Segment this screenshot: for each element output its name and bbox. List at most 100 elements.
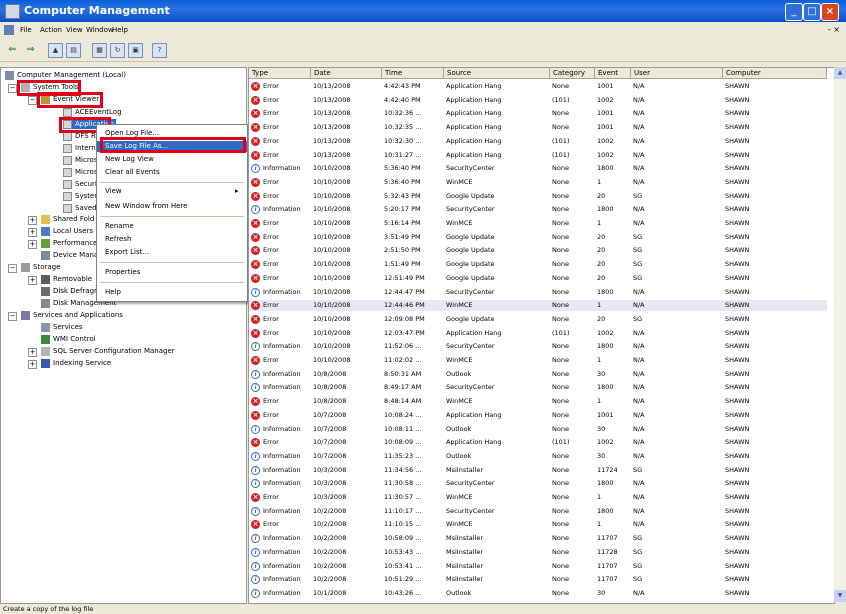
event-row[interactable]: × Error 10/10/2008 12:44:46 PM WinMCE None 1 N/… — [249, 300, 827, 312]
event-row[interactable]: i Information 10/10/2008 5:36:40 PM Security… — [249, 163, 827, 174]
menu-item-view[interactable]: View ▸ — [97, 186, 247, 197]
event-row[interactable]: i Information 10/2/2008 10:53:43 ... MsiInst… — [249, 547, 827, 558]
event-row[interactable]: × Error 10/2/2008 11:10:15 ... WinMCE None 1 N/… — [249, 519, 827, 530]
menu-view[interactable]: View — [66, 26, 83, 34]
menu-help[interactable]: Help — [112, 26, 128, 34]
event-row[interactable]: i Information 10/2/2008 10:51:29 ... MsiInst… — [249, 574, 827, 585]
up-one-level-icon[interactable]: ▲ — [48, 43, 63, 58]
event-row[interactable]: × Error 10/13/2008 4:42:43 PM Application Ha… — [249, 81, 827, 92]
event-row[interactable]: i Information 10/7/2008 11:35:23 ... Outlook… — [249, 451, 827, 462]
menu-file[interactable]: File — [20, 26, 32, 34]
event-row[interactable]: × Error 10/7/2008 10:08:24 ... Application H… — [249, 410, 827, 421]
mmc-document-icon[interactable] — [4, 25, 14, 35]
forward-arrow-icon[interactable]: ⇒ — [24, 43, 37, 56]
menu-item-new-window-from-here[interactable]: New Window from Here — [97, 201, 247, 212]
show-hide-tree-icon[interactable]: ▤ — [66, 43, 81, 58]
event-row[interactable]: × Error 10/10/2008 5:32:43 PM Google Update N… — [249, 191, 827, 202]
event-row[interactable]: i Information 10/8/2008 8:50:31 AM Outlook No… — [249, 369, 827, 380]
event-row[interactable]: × Error 10/8/2008 8:48:14 AM WinMCE None 1 N/A S… — [249, 396, 827, 407]
menu-item-help[interactable]: Help — [97, 287, 247, 298]
event-row[interactable]: × Error 10/13/2008 10:32:35 ... Application … — [249, 122, 827, 133]
event-row[interactable]: i Information 10/3/2008 11:34:56 ... MsiInst… — [249, 465, 827, 476]
event-row[interactable]: × Error 10/10/2008 12:51:49 PM Google Update… — [249, 273, 827, 284]
column-header-type[interactable]: Type — [249, 68, 311, 79]
event-row[interactable]: × Error 10/3/2008 11:30:57 ... WinMCE None 1 N/… — [249, 492, 827, 503]
tree-item-disk-defragmenter[interactable]: Disk Defragm — [41, 286, 101, 296]
refresh-icon[interactable]: ↻ — [110, 43, 125, 58]
tree-item-storage[interactable]: Storage — [21, 262, 60, 272]
menu-action[interactable]: Action — [40, 26, 62, 34]
collapse-toggle[interactable]: − — [8, 312, 17, 321]
column-header-source[interactable]: Source — [444, 68, 550, 79]
tree-item-device-manager[interactable]: Device Mana — [41, 250, 98, 260]
event-row[interactable]: i Information 10/8/2008 8:49:17 AM SecurityC… — [249, 382, 827, 393]
event-row[interactable]: i Information 10/7/2008 10:08:11 ... Outlook… — [249, 424, 827, 435]
event-row[interactable]: i Information 10/1/2008 10:43:26 ... Outlook… — [249, 588, 827, 599]
event-row[interactable]: i Information 10/3/2008 11:30:58 ... Securit… — [249, 478, 827, 489]
event-row[interactable]: × Error 10/13/2008 4:42:40 PM Application Ha… — [249, 95, 827, 106]
collapse-toggle[interactable]: − — [8, 264, 17, 273]
expand-toggle[interactable]: + — [28, 216, 37, 225]
expand-toggle[interactable]: + — [28, 276, 37, 285]
collapse-toggle[interactable]: − — [8, 84, 17, 93]
properties-icon[interactable]: ▦ — [92, 43, 107, 58]
column-header-event[interactable]: Event — [595, 68, 631, 79]
back-arrow-icon[interactable]: ⇐ — [6, 43, 19, 56]
column-header-time[interactable]: Time — [382, 68, 444, 79]
expand-toggle[interactable]: + — [28, 360, 37, 369]
tree-item-local-users[interactable]: Local Users — [41, 226, 93, 236]
event-row[interactable]: × Error 10/10/2008 12:03:47 PM Application H… — [249, 328, 827, 339]
event-row[interactable]: i Information 10/2/2008 10:58:09 ... MsiInst… — [249, 533, 827, 544]
menu-item-clear-all-events[interactable]: Clear all Events — [97, 167, 247, 178]
tree-item-indexing-service[interactable]: Indexing Service — [41, 358, 111, 368]
tree-item-shared-folders[interactable]: Shared Fold — [41, 214, 94, 224]
event-row[interactable]: × Error 10/10/2008 12:09:08 PM Google Update… — [249, 314, 827, 325]
event-row[interactable]: i Information 10/10/2008 12:44:47 PM Securit… — [249, 287, 827, 298]
column-header-date[interactable]: Date — [311, 68, 382, 79]
event-row[interactable]: i Information 10/10/2008 5:20:17 PM Security… — [249, 204, 827, 215]
column-header-user[interactable]: User — [631, 68, 723, 79]
tree-item-removable-storage[interactable]: Removable — [41, 274, 92, 284]
tree-item-root[interactable]: Computer Management (Local) — [5, 70, 126, 80]
expand-toggle[interactable]: + — [28, 228, 37, 237]
menu-item-refresh[interactable]: Refresh — [97, 234, 247, 245]
menu-window[interactable]: Window — [86, 26, 114, 34]
vertical-scrollbar[interactable]: ▲ ▼ — [834, 67, 846, 602]
event-row[interactable]: i Information 10/2/2008 10:53:41 ... MsiInst… — [249, 561, 827, 572]
export-list-icon[interactable]: ▣ — [128, 43, 143, 58]
event-row[interactable]: × Error 10/10/2008 1:51:49 PM Google Update N… — [249, 259, 827, 270]
menu-item-export-list[interactable]: Export List... — [97, 247, 247, 258]
tree-item-services[interactable]: Services — [41, 322, 83, 332]
event-row[interactable]: i Information 10/2/2008 11:10:17 ... Securit… — [249, 506, 827, 517]
event-row[interactable]: i Information 10/10/2008 11:52:06 ... Securi… — [249, 341, 827, 352]
menu-item-properties[interactable]: Properties — [97, 267, 247, 278]
collapse-toggle[interactable]: − — [28, 96, 37, 105]
event-row[interactable]: × Error 10/10/2008 5:16:14 PM WinMCE None 1 N/A… — [249, 218, 827, 229]
event-row[interactable]: × Error 10/7/2008 10:08:09 ... Application H… — [249, 437, 827, 448]
column-header-category[interactable]: Category — [550, 68, 595, 79]
event-row[interactable]: × Error 10/13/2008 10:32:36 ... Application … — [249, 108, 827, 119]
event-row[interactable]: × Error 10/10/2008 3:51:49 PM Google Update N… — [249, 232, 827, 243]
minimize-button[interactable]: _ — [785, 3, 803, 21]
event-row[interactable]: × Error 10/10/2008 2:51:50 PM Google Update N… — [249, 245, 827, 256]
tree-item-wmi-control[interactable]: WMI Control — [41, 334, 96, 344]
expand-toggle[interactable]: + — [28, 240, 37, 249]
tree-item-log[interactable]: Saved — [63, 203, 97, 213]
tree-item-services-and-applications[interactable]: Services and Applications — [21, 310, 123, 320]
maximize-button[interactable]: □ — [803, 3, 821, 21]
scroll-up-arrow-icon[interactable]: ▲ — [834, 67, 846, 79]
tree-item-performance[interactable]: Performance — [41, 238, 97, 248]
event-row[interactable]: × Error 10/10/2008 5:36:40 PM WinMCE None 1 N/A… — [249, 177, 827, 188]
scroll-down-arrow-icon[interactable]: ▼ — [834, 590, 846, 602]
menu-item-new-log-view[interactable]: New Log View — [97, 154, 247, 165]
child-window-controls[interactable]: - × — [828, 25, 840, 34]
expand-toggle[interactable]: + — [28, 348, 37, 357]
event-row[interactable]: × Error 10/10/2008 11:02:02 ... WinMCE None 1 N… — [249, 355, 827, 366]
column-header-computer[interactable]: Computer — [723, 68, 827, 79]
tree-item-sql-config[interactable]: SQL Server Configuration Manager — [41, 346, 175, 356]
event-row[interactable]: × Error 10/13/2008 10:31:27 ... Application … — [249, 150, 827, 161]
event-row[interactable]: × Error 10/13/2008 10:32:30 ... Application … — [249, 136, 827, 147]
tree-item-log[interactable]: ACEEventLog — [63, 107, 122, 117]
menu-item-rename[interactable]: Rename — [97, 221, 247, 232]
close-button[interactable]: × — [821, 3, 839, 21]
